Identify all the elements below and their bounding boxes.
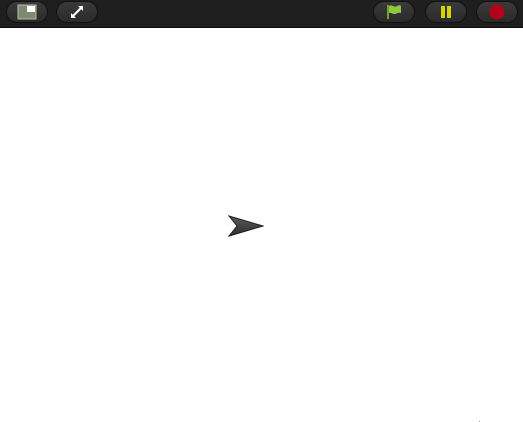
pause-button[interactable]	[425, 1, 467, 23]
stop-icon	[489, 4, 505, 20]
green-flag-icon	[387, 5, 401, 19]
expand-arrows-icon	[71, 6, 83, 18]
arrow-sprite-icon[interactable]	[228, 215, 264, 237]
small-stage-icon	[17, 4, 37, 20]
green-flag-button[interactable]	[373, 1, 415, 23]
fullscreen-button[interactable]	[56, 1, 98, 23]
player	[0, 0, 523, 422]
stage[interactable]	[0, 28, 523, 422]
pause-icon	[441, 6, 451, 18]
stage-size-button[interactable]	[6, 1, 48, 23]
stop-button[interactable]	[476, 1, 518, 23]
toolbar	[0, 0, 523, 28]
